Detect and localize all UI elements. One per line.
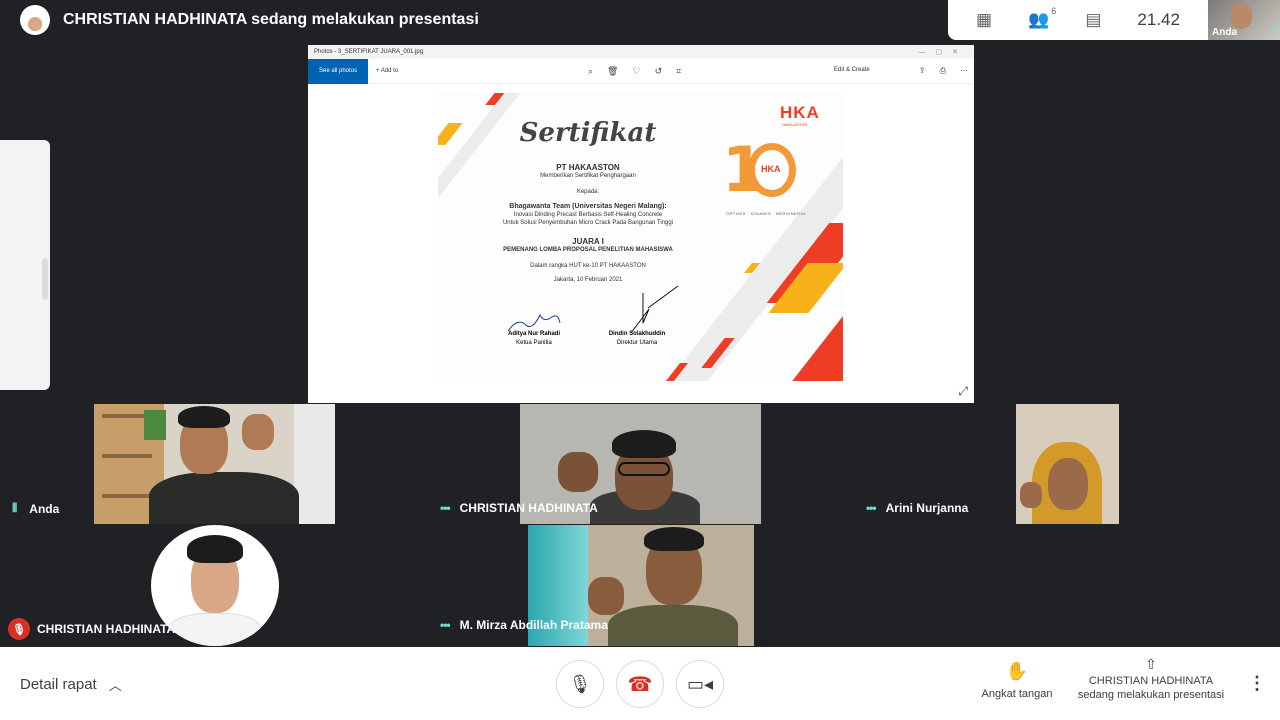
participant-tile-mirza[interactable]: ••• M. Mirza Abdillah Pratama — [428, 525, 854, 646]
camera-button[interactable]: ▭◂ — [676, 660, 724, 708]
participant-nameplate: ••• M. Mirza Abdillah Pratama — [440, 618, 608, 632]
crop-icon[interactable]: ⌗ — [676, 66, 681, 77]
audio-level-icon: ••• — [440, 501, 451, 515]
speaking-indicator-icon: ⦀ — [1271, 26, 1276, 37]
participant-name: Arini Nurjanna — [885, 501, 969, 515]
delete-icon[interactable]: 🗑 — [607, 66, 618, 77]
speaking-indicator-icon: ⦀ — [12, 501, 18, 515]
participants-count: 6 — [1051, 6, 1057, 16]
participant-tile-christian-avatar[interactable]: 🎙 CHRISTIAN HADHINATA — [0, 525, 428, 646]
participant-name: CHRISTIAN HADHINATA — [459, 501, 598, 515]
photos-titlebar: Photos - 3_SERTIFIKAT JUARA_001.jpg —▢✕ — [308, 45, 974, 59]
edit-create-button[interactable]: Edit & Create — [834, 67, 870, 73]
rotate-icon[interactable]: ↺ — [655, 66, 663, 77]
presenting-label-line1: CHRISTIAN HADHINATA — [1088, 675, 1214, 687]
participant-nameplate: ••• Arini Nurjanna — [866, 501, 968, 515]
people-icon[interactable]: 👥 6 — [1028, 6, 1056, 30]
participant-tile-christian[interactable]: ••• CHRISTIAN HADHINATA — [428, 404, 854, 524]
window-controls: —▢✕ — [918, 49, 968, 56]
print-icon[interactable]: ⎙ — [940, 66, 946, 76]
photos-filename: Photos - 3_SERTIFIKAT JUARA_001.jpg — [314, 49, 424, 55]
participant-video — [94, 404, 335, 524]
clock: 21.42 — [1137, 10, 1180, 29]
raise-hand-button[interactable]: ✋ Angkat tangan — [978, 661, 1056, 700]
certificate-signatures — [507, 285, 679, 334]
chevron-up-icon: ︿ — [108, 678, 122, 693]
ring-logo: HKA — [761, 164, 781, 174]
meeting-details-button[interactable]: Detail rapat ︿ — [20, 675, 122, 694]
certificate-image: Sertifikat PT HAKAASTON Memberikan Serti… — [438, 93, 843, 381]
photos-right-tools: ⇪ ⎙ ⋯ — [919, 66, 968, 76]
participant-video — [1016, 404, 1119, 524]
meet-window: CHRISTIAN HADHINATA sedang melakukan pre… — [0, 0, 1280, 720]
participant-nameplate: 🎙 CHRISTIAN HADHINATA — [8, 618, 175, 640]
hand-icon: ✋ — [1005, 661, 1029, 681]
participant-name: CHRISTIAN HADHINATA — [37, 622, 176, 636]
photos-tools: ⌕ 🗑 ♡ ↺ ⌗ — [588, 66, 681, 77]
more-icon[interactable]: ⋯ — [960, 66, 968, 76]
presenting-label-line2: sedang melakukan presentasi — [1077, 689, 1225, 701]
participant-name: Anda — [29, 501, 60, 516]
chat-icon[interactable]: ▤ — [1085, 10, 1101, 30]
hka-logo-sub: HAKA ASTON — [782, 122, 808, 127]
share-icon[interactable]: ⇪ — [919, 66, 926, 76]
participant-nameplate: ⦀ Anda — [12, 501, 59, 516]
side-panel-handle[interactable] — [42, 258, 48, 300]
signatory-2-role: Direktur Utama — [616, 340, 658, 346]
mic-icon: 🎙 — [568, 673, 592, 694]
signatory-2-name: Dindin Solakhuddin — [608, 331, 666, 337]
side-panel — [0, 140, 50, 390]
presenter-banner-title: CHRISTIAN HADHINATA sedang melakukan pre… — [63, 11, 479, 28]
signatory-1-name: Aditya Nur Rahadi — [507, 331, 560, 337]
camera-icon: ▭◂ — [686, 673, 714, 694]
mic-off-icon: 🎙 — [8, 618, 30, 640]
more-options-icon[interactable]: ⋮ — [1248, 673, 1266, 694]
participant-name: M. Mirza Abdillah Pratama — [459, 618, 608, 632]
anniversary-tagline: OPTIMIS · DINAMIS · BERSINERGI — [726, 211, 806, 216]
hangup-icon: ☎ — [627, 673, 653, 696]
add-to-button[interactable]: + Add to — [376, 68, 398, 74]
grid-icon[interactable]: ▦ — [976, 10, 992, 30]
presenting-button[interactable]: ⇧ CHRISTIAN HADHINATA sedang melakukan p… — [1072, 657, 1230, 702]
signatory-1-role: Ketua Panitia — [516, 340, 552, 346]
participant-tile-anda[interactable]: ⦀ Anda — [0, 404, 428, 524]
photos-toolbar: See all photos + Add to ⌕ 🗑 ♡ ↺ ⌗ Edit &… — [308, 58, 974, 84]
hka-logo: HKA — [780, 103, 820, 122]
participant-nameplate: ••• CHRISTIAN HADHINATA — [440, 501, 598, 515]
meeting-details-label: Detail rapat — [20, 676, 97, 693]
bottom-bar: Detail rapat ︿ 🎙 ☎ ▭◂ ✋ Angkat tangan ⇧ … — [0, 647, 1280, 720]
self-view-thumbnail[interactable]: Anda ⦀ — [1208, 0, 1280, 40]
see-all-photos-button[interactable]: See all photos — [308, 58, 368, 84]
audio-level-icon: ••• — [440, 618, 451, 632]
expand-icon[interactable]: ⤢ — [958, 384, 968, 399]
participant-tile-arini[interactable]: ••• Arini Nurjanna — [854, 404, 1280, 524]
presenter-avatar — [20, 5, 50, 35]
audio-level-icon: ••• — [866, 501, 877, 515]
self-view-label: Anda — [1212, 27, 1237, 38]
present-icon: ⇧ — [1145, 656, 1157, 672]
anniversary-ring: HKA — [748, 143, 796, 197]
leave-call-button[interactable]: ☎ — [616, 660, 664, 708]
favorite-icon[interactable]: ♡ — [632, 66, 640, 77]
shared-screen: Photos - 3_SERTIFIKAT JUARA_001.jpg —▢✕ … — [308, 45, 974, 403]
zoom-icon[interactable]: ⌕ — [588, 66, 593, 77]
top-controls: ▦ 👥 6 ▤ 21.42 — [948, 0, 1208, 40]
presenter-banner: CHRISTIAN HADHINATA sedang melakukan pre… — [0, 0, 948, 40]
mic-button[interactable]: 🎙 — [556, 660, 604, 708]
raise-hand-label: Angkat tangan — [981, 688, 1053, 700]
